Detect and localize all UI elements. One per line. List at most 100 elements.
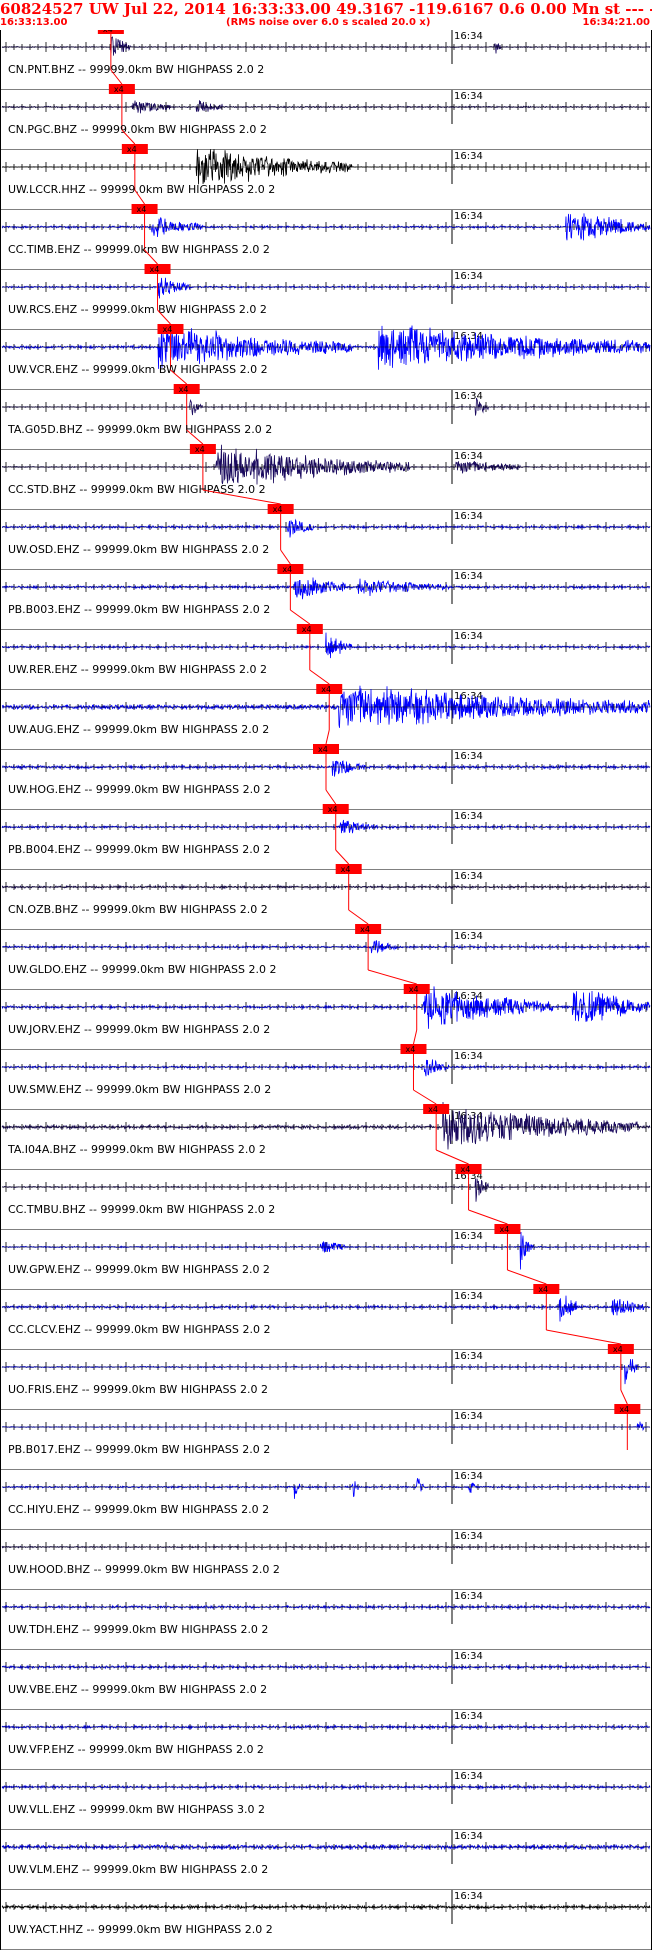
- minute-label: 16:34: [454, 931, 483, 942]
- pick-label: x4: [360, 925, 370, 934]
- seismogram-panel: 16:34 x4 CN.PNT.BHZ -- 99999.0km BW HIGHPA…: [0, 30, 652, 1958]
- trace-row: 16:34x4TA.I04A.BHZ -- 99999.0km BW HIGHP…: [0, 1101, 652, 1170]
- station-label: UW.YACT.HHZ -- 99999.0km BW HIGHPASS 2.0…: [8, 1923, 273, 1936]
- trace-row: 16:34 x4 PB.B017.EHZ -- 99999.0km BW HIGHP…: [0, 1404, 652, 1470]
- station-label: CN.PNT.BHZ -- 99999.0km BW HIGHPASS 2.0 …: [8, 63, 264, 76]
- trace-row: 16:34 UW.YACT.HHZ -- 99999.0km BW HIGHPAS…: [0, 1890, 652, 1950]
- minute-label: 16:34: [454, 1051, 483, 1062]
- pick-connector: [335, 849, 350, 865]
- pick-connector: [325, 729, 330, 745]
- station-label: UW.OSD.EHZ -- 99999.0km BW HIGHPASS 2.0 …: [8, 543, 269, 556]
- pick-label: x4: [538, 1285, 548, 1294]
- minute-label: 16:34: [454, 991, 483, 1002]
- station-label: UW.HOG.EHZ -- 99999.0km BW HIGHPASS 2.0 …: [8, 783, 271, 796]
- station-label: UW.GLDO.EHZ -- 99999.0km BW HIGHPASS 2.0…: [8, 963, 277, 976]
- minute-label: 16:34: [454, 871, 483, 882]
- station-label: CC.HIYU.EHZ -- 99999.0km BW HIGHPASS 2.0…: [8, 1503, 269, 1516]
- station-label: UW.LCCR.HHZ -- 99999.0km BW HIGHPASS 2.0…: [8, 183, 275, 196]
- station-label: UW.VCR.EHZ -- 99999.0km BW HIGHPASS 2.0 …: [8, 363, 268, 376]
- pick-label: x4: [282, 565, 292, 574]
- pick-connector: [620, 1389, 628, 1405]
- pick-label: x4: [150, 265, 160, 274]
- pick-connector: [435, 1149, 469, 1165]
- station-label: UW.TDH.EHZ -- 99999.0km BW HIGHPASS 2.0 …: [8, 1623, 268, 1636]
- trace-row: 16:34x4CC.TMBU.BHZ -- 99999.0km BW HIGHP…: [0, 1164, 652, 1230]
- minute-label: 16:34: [454, 151, 483, 162]
- minute-label: 16:34: [454, 1711, 483, 1722]
- trace-row: 16:34 CC.HIYU.EHZ -- 99999.0km BW HIGHPAS…: [0, 1470, 652, 1530]
- trace-row: 16:34 UW.VBE.EHZ -- 99999.0km BW HIGHPASS…: [0, 1650, 652, 1710]
- pick-label: x4: [137, 205, 147, 214]
- time-header: 16:33:13.00 (RMS noise over 6.0 s scaled…: [0, 17, 652, 29]
- station-label: UW.AUG.EHZ -- 99999.0km BW HIGHPASS 2.0 …: [8, 723, 269, 736]
- minute-label: 16:34: [454, 1591, 483, 1602]
- station-label: CC.TMBU.BHZ -- 99999.0km BW HIGHPASS 2.0…: [8, 1203, 275, 1216]
- pick-label: x4: [195, 445, 205, 454]
- pick-label: x4: [341, 865, 351, 874]
- station-label: UW.VBE.EHZ -- 99999.0km BW HIGHPASS 2.0 …: [8, 1683, 267, 1696]
- minute-label: 16:34: [454, 1891, 483, 1902]
- pick-connector: [309, 669, 330, 685]
- scale-note: (RMS noise over 6.0 s scaled 20.0 x): [226, 17, 431, 28]
- station-label: UW.HOOD.BHZ -- 99999.0km BW HIGHPASS 2.0…: [8, 1563, 280, 1576]
- station-label: PB.B003.EHZ -- 99999.0km BW HIGHPASS 2.0…: [8, 603, 270, 616]
- trace-row: 16:34 x4 UW.RCS.EHZ -- 99999.0km BW HIGHPA…: [0, 264, 652, 330]
- trace-row: 16:34 x4 CC.CLCV.EHZ -- 99999.0km BW HIGHP…: [0, 1284, 652, 1350]
- waveform: [1, 277, 651, 299]
- minute-label: 16:34: [454, 1771, 483, 1782]
- pick-connector: [325, 789, 337, 805]
- minute-label: 16:34: [454, 1351, 483, 1362]
- trace-row: 16:34 x4 PB.B004.EHZ -- 99999.0km BW HIGHP…: [0, 804, 652, 870]
- minute-label: 16:34: [454, 1831, 483, 1842]
- pick-label: x4: [103, 30, 113, 34]
- pick-label: x4: [409, 985, 419, 994]
- trace-row: 16:34 x4 UW.JORV.EHZ -- 99999.0km BW HIGHP…: [0, 984, 652, 1050]
- minute-label: 16:34: [454, 631, 483, 642]
- pick-label: x4: [428, 1105, 438, 1114]
- trace-row: 16:34 x4 UW.OSD.EHZ -- 99999.0km BW HIGHPA…: [0, 504, 652, 570]
- trace-row: 16:34 x4 CC.TIMB.EHZ -- 99999.0km BW HIGHP…: [0, 204, 652, 270]
- pick-label: x4: [162, 325, 172, 334]
- pick-label: x4: [179, 385, 189, 394]
- pick-connector: [413, 1089, 437, 1105]
- station-label: TA.G05D.BHZ -- 99999.0km BW HIGHPASS 2.0…: [7, 423, 272, 436]
- minute-label: 16:34: [454, 511, 483, 522]
- station-label: PB.B017.EHZ -- 99999.0km BW HIGHPASS 2.0…: [8, 1443, 270, 1456]
- station-label: UW.VLM.EHZ -- 99999.0km BW HIGHPASS 2.0 …: [8, 1863, 268, 1876]
- station-label: CC.TIMB.EHZ -- 99999.0km BW HIGHPASS 2.0…: [8, 243, 270, 256]
- waveform: [2, 632, 651, 659]
- minute-label: 16:34: [454, 1231, 483, 1242]
- station-label: UW.RCS.EHZ -- 99999.0km BW HIGHPASS 2.0 …: [8, 303, 267, 316]
- station-label: TA.I04A.BHZ -- 99999.0km BW HIGHPASS 2.0…: [7, 1143, 266, 1156]
- minute-label: 16:34: [454, 271, 483, 282]
- pick-label: x4: [114, 85, 124, 94]
- seismogram-traces: 16:34 x4 CN.PNT.BHZ -- 99999.0km BW HIGHPA…: [0, 30, 652, 1950]
- trace-row: 16:34 UW.VLM.EHZ -- 99999.0km BW HIGHPASS…: [0, 1830, 652, 1890]
- pick-label: x4: [613, 1345, 623, 1354]
- pick-connector: [412, 1029, 418, 1045]
- trace-row: 16:34 x4 UW.GLDO.EHZ -- 99999.0km BW HIGHP…: [0, 924, 652, 990]
- minute-label: 16:34: [454, 451, 483, 462]
- start-time: 16:33:13.00: [0, 17, 68, 28]
- minute-label: 16:34: [454, 1411, 483, 1422]
- pick-label: x4: [461, 1165, 471, 1174]
- trace-row: 16:34 UW.HOOD.BHZ -- 99999.0km BW HIGHPAS…: [0, 1530, 652, 1590]
- pick-connector: [546, 1329, 621, 1345]
- trace-row: 16:34 x4 CN.OZB.BHZ -- 99999.0km BW HIGHPA…: [0, 864, 652, 930]
- trace-row: 16:34 UW.VFP.EHZ -- 99999.0km BW HIGHPASS…: [0, 1710, 652, 1770]
- waveform: [1, 444, 651, 485]
- pick-label: x4: [499, 1225, 509, 1234]
- station-label: UW.RER.EHZ -- 99999.0km BW HIGHPASS 2.0 …: [8, 663, 267, 676]
- station-label: UW.SMW.EHZ -- 99999.0km BW HIGHPASS 2.0 …: [8, 1083, 271, 1096]
- trace-row: 16:34 x4 UW.SMW.EHZ -- 99999.0km BW HIGHPA…: [0, 1044, 652, 1110]
- trace-row: 16:34 x4 UW.GPW.EHZ -- 99999.0km BW HIGHPA…: [0, 1224, 652, 1290]
- trace-row: 16:34x4UW.AUG.EHZ -- 99999.0km BW HIGHPA…: [0, 684, 652, 750]
- pick-connector: [468, 1209, 508, 1225]
- station-label: UW.GPW.EHZ -- 99999.0km BW HIGHPASS 2.0 …: [8, 1263, 270, 1276]
- station-label: PB.B004.EHZ -- 99999.0km BW HIGHPASS 2.0…: [8, 843, 270, 856]
- station-label: CN.OZB.BHZ -- 99999.0km BW HIGHPASS 2.0 …: [8, 903, 268, 916]
- pick-label: x4: [405, 1045, 415, 1054]
- pick-connector: [367, 969, 417, 985]
- minute-label: 16:34: [454, 1531, 483, 1542]
- pick-connector: [348, 909, 369, 925]
